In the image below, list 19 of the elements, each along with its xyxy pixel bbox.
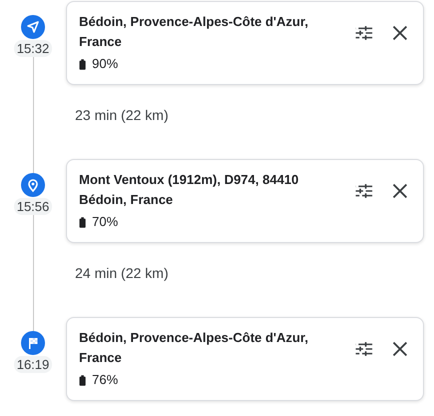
route-segment-summary: 24 min (22 km) xyxy=(75,264,168,282)
checkered-flag-icon xyxy=(21,331,45,355)
stop-card[interactable]: Bédoin, Provence-Alpes-Côte d'Azur, France 90% xyxy=(66,1,424,85)
location-pin-icon xyxy=(21,173,45,197)
stop-card[interactable]: Bédoin, Provence-Alpes-Côte d'Azur, France 76% xyxy=(66,317,424,401)
stop-address: Bédoin, Provence-Alpes-Côte d'Azur, France xyxy=(79,13,310,51)
arrival-time: 15:56 xyxy=(14,198,52,215)
battery-icon xyxy=(79,374,86,386)
battery-icon xyxy=(79,216,86,228)
battery-level: 70% xyxy=(92,213,118,231)
battery-level: 90% xyxy=(92,55,118,73)
stop-address: Mont Ventoux (1912m), D974, 84410 Bédoin, France xyxy=(79,171,300,209)
route-segment-summary: 23 min (22 km) xyxy=(75,106,168,124)
stop-card[interactable]: Mont Ventoux (1912m), D974, 84410 Bédoin, France 70% xyxy=(66,159,424,243)
arrival-time: 15:32 xyxy=(14,40,52,57)
battery-level: 76% xyxy=(92,371,118,389)
arrival-time: 16:19 xyxy=(14,356,52,373)
battery-icon xyxy=(79,58,86,70)
stop-address: Bédoin, Provence-Alpes-Côte d'Azur, France xyxy=(79,329,310,367)
